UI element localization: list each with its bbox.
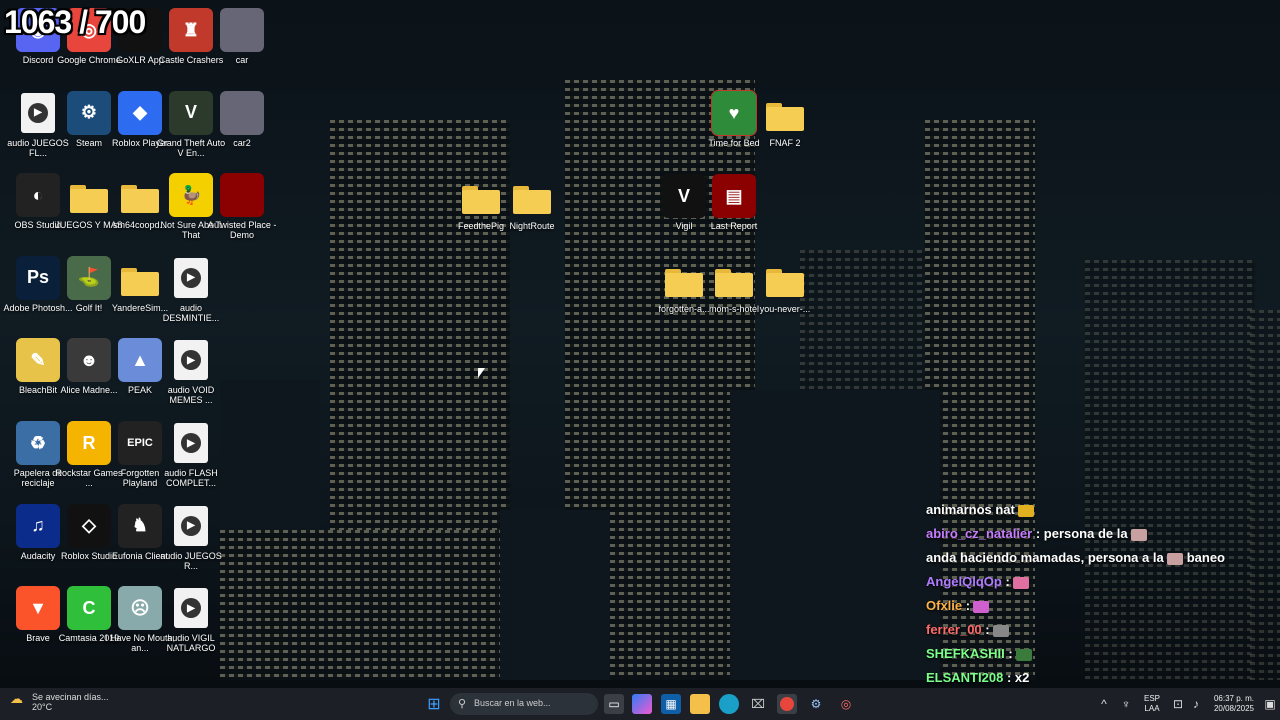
- desktop-icon-label: audio JUEGOS R...: [160, 550, 222, 571]
- chat-emote: [973, 600, 990, 613]
- store-icon[interactable]: ▦: [661, 694, 681, 714]
- chat-username: ferrer_00: [926, 622, 982, 637]
- chat-text: baneo: [1186, 550, 1225, 565]
- image-icon: [220, 90, 264, 135]
- file-explorer-icon[interactable]: [690, 694, 710, 714]
- chat-emote: [992, 624, 1009, 637]
- desktop-icon[interactable]: ▶ audio FLASH COMPLET...: [153, 419, 229, 499]
- desktop-icon[interactable]: ▶ audio JUEGOS R...: [153, 502, 229, 582]
- stream-chat-overlay: animarnos nat abiro_cz_natalier : persona…: [926, 498, 1276, 714]
- media-file-icon: ▶: [169, 421, 213, 465]
- desktop-icon[interactable]: FNAF 2: [747, 89, 823, 169]
- search-box[interactable]: ⚲ Buscar en la web...: [450, 693, 598, 715]
- search-icon: ⚲: [458, 698, 467, 710]
- chrome-taskbar-icon[interactable]: [777, 694, 797, 714]
- desktop-icon-label: audio FLASH COMPLET...: [164, 468, 218, 488]
- desktop-icon-label: Last Report: [710, 221, 758, 231]
- media-file-icon: ▶: [169, 504, 213, 548]
- chat-emote: [1017, 504, 1034, 517]
- language-indicator[interactable]: ESP LAA: [1140, 694, 1164, 714]
- chat-username: Ofxlie: [926, 598, 963, 613]
- desktop-icon-label: car2: [233, 137, 251, 148]
- folder-icon: [510, 174, 554, 218]
- chat-text: anda haciendo mamadas, persona a la: [926, 550, 1164, 565]
- copilot-icon[interactable]: [632, 694, 652, 714]
- chat-message: SHEFKASHII :: [926, 642, 1276, 666]
- desktop-icon-label: audio VOID MEMES ...: [167, 385, 215, 406]
- terminal-icon[interactable]: ⌧: [748, 694, 768, 714]
- desktop-icon[interactable]: ▶ audio DESMINTIE...: [153, 254, 229, 334]
- desktop-icon[interactable]: ▶ audio VIGIL NATLARGO: [153, 584, 229, 664]
- weather-line1: Se avecinan días...: [32, 692, 109, 702]
- chat-message: AngelQlqOp :: [926, 570, 1276, 594]
- desktop-icon-label: audio DESMINTIE...: [162, 302, 220, 323]
- media-file-icon: ▶: [169, 586, 213, 630]
- desktop-icon-label: you-never-...: [759, 304, 811, 314]
- chat-text: : x2: [1006, 670, 1030, 685]
- taskbar: ☁ Se avecinan días... 20°C ⊞ ⚲ Buscar en…: [0, 688, 1280, 720]
- edge-icon[interactable]: [719, 694, 739, 714]
- desktop-icon[interactable]: A Twisted Place - Demo: [204, 171, 280, 251]
- task-view-icon[interactable]: ▭: [604, 694, 624, 714]
- chevron-up-icon[interactable]: ^: [1094, 694, 1114, 714]
- chat-emote: [1130, 528, 1147, 541]
- game-icon: [220, 173, 264, 218]
- desktop-icon-label: NightRoute: [509, 221, 555, 231]
- weather-temp: 20°C: [32, 702, 53, 712]
- obs-taskbar-icon[interactable]: ◎: [836, 694, 856, 714]
- chat-message: abiro_cz_natalier : persona de la: [926, 522, 1276, 546]
- chat-text: animarnos nat: [926, 502, 1015, 517]
- chat-text: :: [965, 598, 971, 613]
- chat-username: ELSANTI208: [926, 670, 1004, 685]
- desktop-icon[interactable]: ▤ Last Report: [696, 172, 772, 252]
- search-placeholder: Buscar en la web...: [474, 698, 551, 708]
- chat-emote: [1166, 552, 1183, 565]
- desktop-icon-label: A Twisted Place - Demo: [207, 220, 277, 241]
- folder-icon: [763, 91, 807, 135]
- desktop-icon-label: audio VIGIL NATLARGO: [166, 633, 216, 654]
- microphone-icon[interactable]: ♆: [1116, 694, 1136, 714]
- steam-taskbar-icon[interactable]: ⚙: [806, 694, 826, 714]
- chat-emote: [1012, 576, 1029, 589]
- volume-icon[interactable]: ♪: [1186, 694, 1206, 714]
- chat-message: ferrer_00 :: [926, 618, 1276, 642]
- chat-message: ELSANTI208 : x2: [926, 666, 1276, 690]
- chat-message: animarnos nat: [926, 498, 1276, 522]
- network-icon[interactable]: ⊡: [1168, 694, 1188, 714]
- clock[interactable]: 06:37 p. m. 20/08/2025: [1208, 694, 1260, 714]
- desktop-icon-label: car: [235, 55, 249, 65]
- chat-username: AngelQlqOp: [926, 574, 1002, 589]
- desktop-icon[interactable]: you-never-...: [747, 255, 823, 335]
- start-windows-icon[interactable]: ⊞: [424, 694, 444, 714]
- mouse-cursor: [478, 368, 485, 378]
- chat-message: anda haciendo mamadas, persona a la baneo: [926, 546, 1276, 570]
- chat-text: : persona de la: [1035, 526, 1128, 541]
- system-tray: ^ ♆ ESP LAA ⊡ ♪ 06:37 p. m. 20/08/2025 ▣: [1090, 688, 1280, 720]
- desktop-icon[interactable]: NightRoute: [494, 172, 570, 252]
- image-icon: [220, 8, 264, 52]
- chat-emote: [1015, 648, 1032, 661]
- chat-username: abiro_cz_natalier: [926, 526, 1033, 541]
- chat-message: Ofxlie :: [926, 594, 1276, 618]
- follower-counter: 1063 / 700: [4, 4, 146, 40]
- media-file-icon: ▶: [169, 338, 213, 382]
- chat-text: :: [985, 622, 990, 637]
- desktop-icon[interactable]: ▶ audio VOID MEMES ...: [153, 336, 229, 416]
- weather-icon: ☁: [10, 691, 23, 706]
- media-file-icon: ▶: [169, 256, 213, 300]
- desktop-icon-label: FNAF 2: [769, 138, 801, 148]
- chat-username: SHEFKASHII: [926, 646, 1005, 661]
- last-report-icon: ▤: [712, 174, 756, 218]
- chat-text: :: [1008, 646, 1013, 661]
- notification-bell-icon[interactable]: ▣: [1260, 694, 1280, 714]
- desktop-icon[interactable]: car: [204, 6, 280, 86]
- desktop-icon[interactable]: car2: [204, 89, 280, 169]
- chat-text: :: [1005, 574, 1010, 589]
- folder-icon: [763, 257, 807, 301]
